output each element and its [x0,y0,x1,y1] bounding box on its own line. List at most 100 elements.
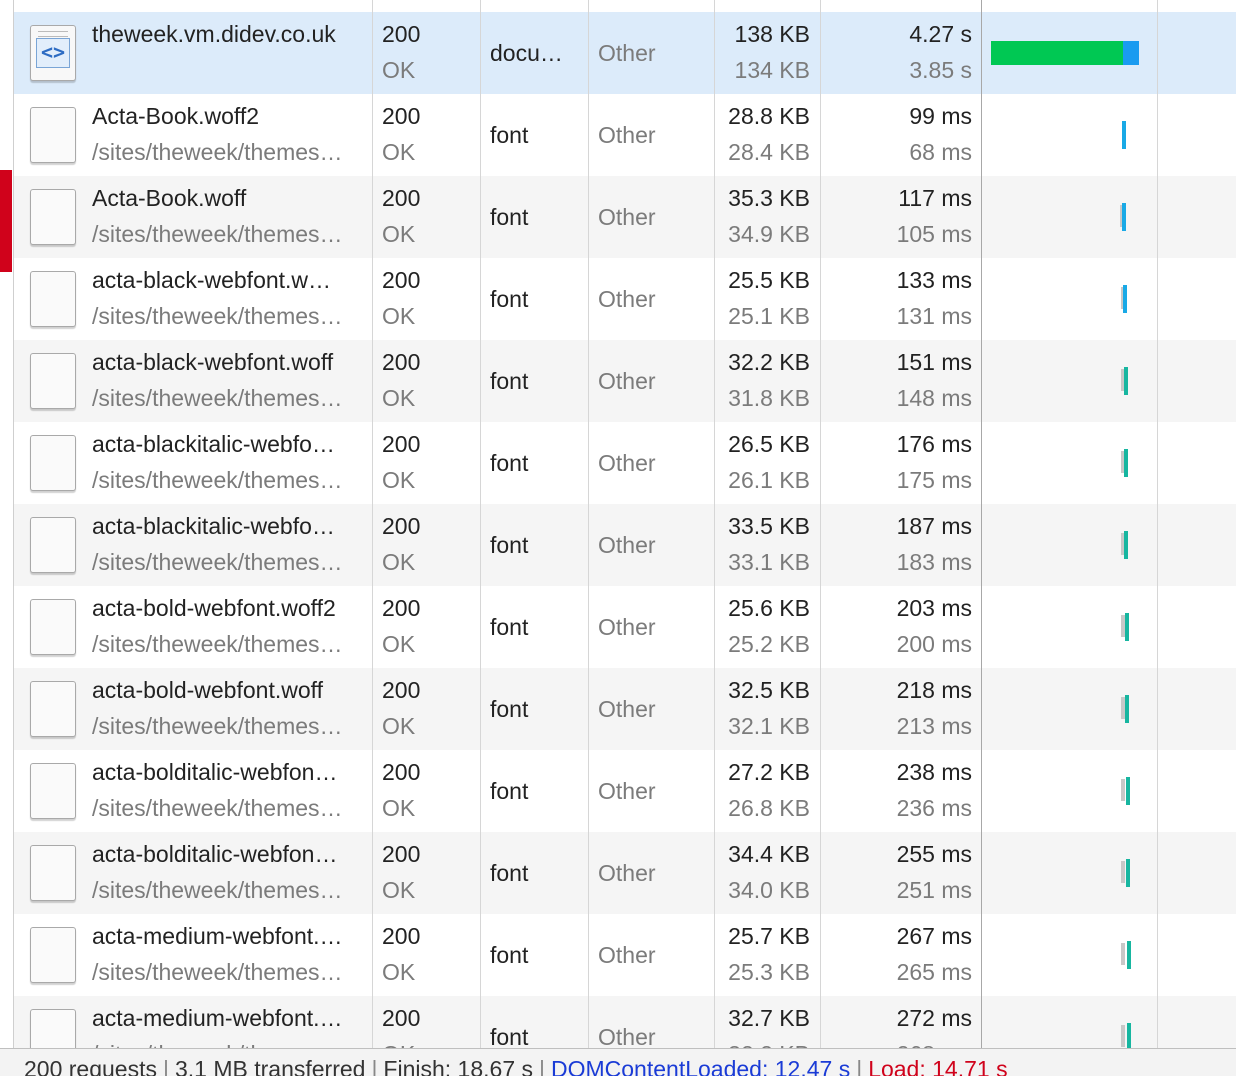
content-size: 26.1 KB [728,467,810,493]
transfer-size: 25.5 KB [728,267,810,293]
request-path: /sites/theweek/themes… [92,385,343,411]
request-name-cell[interactable]: acta-blackitalic-webfo… /sites/theweek/th… [92,422,364,504]
empty-cell [1157,914,1236,996]
request-name-cell[interactable]: acta-black-webfont.woff/sites/theweek/th… [92,340,364,422]
total-time: 151 ms [896,349,972,375]
timeline-cell[interactable] [981,668,1156,750]
footer-separator: | [371,1056,378,1076]
timeline-cell[interactable] [981,996,1156,1048]
request-name[interactable]: acta-blackitalic-webfo… [92,508,364,544]
status-cell: 200 OK [372,832,479,914]
table-row[interactable]: acta-medium-webfont.… /sites/theweek/them… [14,914,1236,996]
request-name[interactable]: acta-medium-webfont.… [92,918,364,954]
request-name-cell[interactable]: theweek.vm.didev.co.uk [92,12,364,94]
request-name[interactable]: acta-bold-webfont.woff [92,672,364,708]
status-code: 200 [382,841,421,867]
request-name[interactable]: theweek.vm.didev.co.uk [92,16,364,52]
table-row[interactable]: acta-blackitalic-webfo… /sites/theweek/th… [14,504,1236,586]
request-name-cell[interactable]: acta-bolditalic-webfon… /sites/theweek/th… [92,750,364,832]
size-cell: 25.6 KB 25.2 KB [714,586,820,668]
request-path: /sites/theweek/themes… [92,139,343,165]
file-icon [30,517,76,573]
timeline-cell[interactable] [981,832,1156,914]
request-path: /sites/theweek/themes… [92,877,343,903]
content-size: 34.0 KB [728,877,810,903]
table-row[interactable]: acta-blackitalic-webfo… /sites/theweek/th… [14,422,1236,504]
status-code: 200 [382,677,421,703]
content-size: 25.3 KB [728,959,810,985]
timeline-cell[interactable] [981,750,1156,832]
timeline-divider[interactable] [981,0,982,1048]
type-cell: font [490,614,529,640]
timeline-cell[interactable] [981,176,1156,258]
transfer-size: 34.4 KB [728,841,810,867]
request-name[interactable]: Acta-Book.woff [92,180,364,216]
request-name-cell[interactable]: acta-bolditalic-webfon… /sites/theweek/th… [92,832,364,914]
latency-time: 3.85 s [909,57,972,83]
request-name-cell[interactable]: Acta-Book.woff2/sites/theweek/themes… [92,94,364,176]
empty-cell [1157,668,1236,750]
request-name-cell[interactable]: Acta-Book.woff/sites/theweek/themes… [92,176,364,258]
request-name-cell[interactable]: acta-medium-webfont.… /sites/theweek/them… [92,914,364,996]
content-size: 25.2 KB [728,631,810,657]
latency-time: 148 ms [896,385,972,411]
request-name[interactable]: acta-blackitalic-webfo… [92,426,364,462]
table-row[interactable]: Acta-Book.woff2/sites/theweek/themes… 200… [14,94,1236,176]
request-path: /sites/theweek/themes… [92,549,343,575]
timeline-cell[interactable] [981,914,1156,996]
request-name-cell[interactable]: acta-bold-webfont.woff2/sites/theweek/th… [92,586,364,668]
table-row[interactable]: acta-medium-webfont.…/sites/theweek/them… [14,996,1236,1048]
request-name[interactable]: acta-medium-webfont.… [92,1000,364,1036]
time-cell: 238 ms 236 ms [820,750,980,832]
request-name-cell[interactable]: acta-blackitalic-webfo… /sites/theweek/th… [92,504,364,586]
request-name[interactable]: acta-black-webfont.w… [92,262,364,298]
timeline-cell[interactable] [981,504,1156,586]
table-row[interactable]: acta-bolditalic-webfon… /sites/theweek/th… [14,832,1236,914]
table-row[interactable]: <> theweek.vm.didev.co.uk 200 OK docu… Other 1… [14,12,1236,94]
timeline-cell[interactable] [981,340,1156,422]
content-download-bar [1124,367,1128,395]
status-code: 200 [382,103,421,129]
request-path: /sites/theweek/themes… [92,959,343,985]
timeline-cell[interactable] [981,258,1156,340]
type-cell: font [490,860,529,886]
initiator-cell: Other [598,778,656,804]
size-cell: 32.2 KB 31.8 KB [714,340,820,422]
latency-time: 175 ms [896,467,972,493]
table-row[interactable]: acta-bold-webfont.woff2/sites/theweek/th… [14,586,1236,668]
timeline-cell[interactable] [981,12,1156,94]
timeline-cell[interactable] [981,94,1156,176]
table-row[interactable]: acta-black-webfont.woff/sites/theweek/th… [14,340,1236,422]
request-name[interactable]: acta-bolditalic-webfon… [92,754,364,790]
table-row[interactable]: Acta-Book.woff/sites/theweek/themes… 200 O… [14,176,1236,258]
request-name[interactable]: acta-bold-webfont.woff2 [92,590,364,626]
content-download-bar [1126,859,1130,887]
time-cell: 176 ms 175 ms [820,422,980,504]
file-icon [30,599,76,655]
transfer-size: 26.5 KB [728,431,810,457]
request-path: /sites/theweek/themes… [92,303,343,329]
request-name-cell[interactable]: acta-bold-webfont.woff/sites/theweek/the… [92,668,364,750]
status-cell: 200 OK [372,668,479,750]
empty-cell [1157,504,1236,586]
request-name[interactable]: acta-black-webfont.woff [92,344,364,380]
request-name-cell[interactable]: acta-black-webfont.w… /sites/theweek/them… [92,258,364,340]
request-name-cell[interactable]: acta-medium-webfont.…/sites/theweek/them… [92,996,364,1048]
empty-cell [1157,258,1236,340]
request-name[interactable]: Acta-Book.woff2 [92,98,364,134]
overview-strip [0,0,14,1048]
file-icon [30,845,76,901]
table-row[interactable]: acta-bolditalic-webfon… /sites/theweek/th… [14,750,1236,832]
file-icon [30,763,76,819]
empty-cell [1157,340,1236,422]
request-name[interactable]: acta-bolditalic-webfon… [92,836,364,872]
timeline-cell[interactable] [981,422,1156,504]
transfer-size: 138 KB [734,21,810,47]
timeline-cell[interactable] [981,586,1156,668]
column-divider [1157,0,1158,1048]
transfer-size: 28.8 KB [728,103,810,129]
status-text: OK [382,57,416,83]
table-row[interactable]: acta-black-webfont.w… /sites/theweek/them… [14,258,1236,340]
status-text: OK [382,385,416,411]
table-row[interactable]: acta-bold-webfont.woff/sites/theweek/the… [14,668,1236,750]
